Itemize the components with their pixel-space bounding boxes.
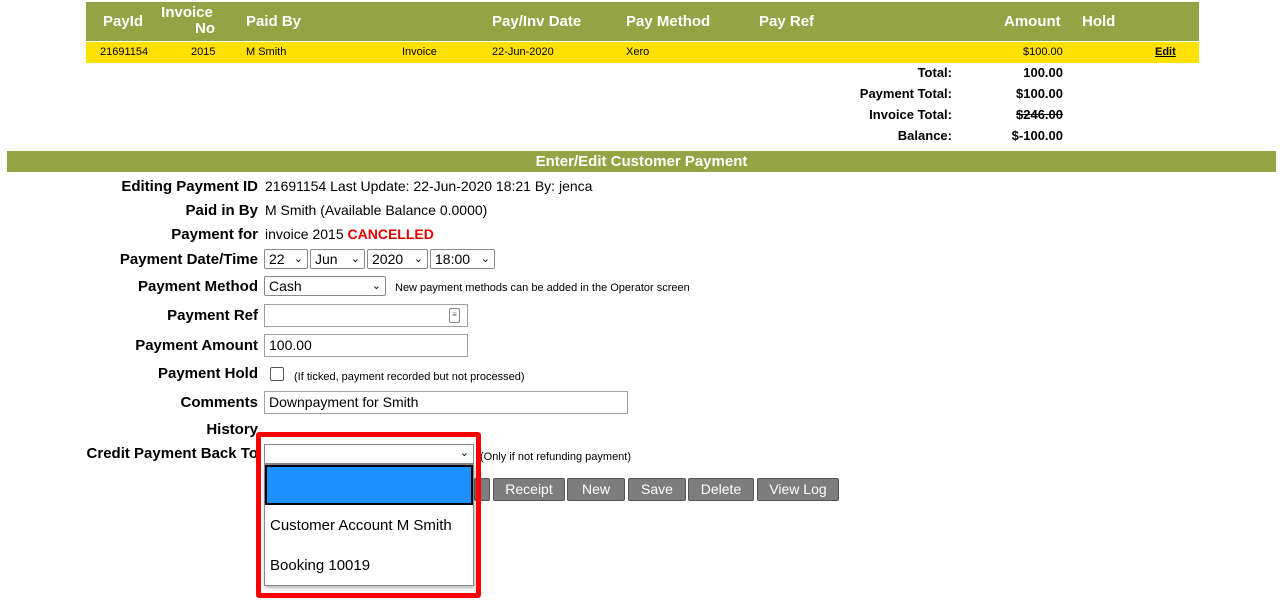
new-button[interactable]: New <box>567 478 625 501</box>
time-select[interactable]: 18:00 ⌄ <box>430 249 495 269</box>
chevron-down-icon: ⌄ <box>459 447 469 459</box>
delete-button[interactable]: Delete <box>688 478 754 501</box>
row-type: Invoice <box>402 46 437 58</box>
header-amount: Amount <box>1004 13 1061 30</box>
chevron-down-icon: ⌄ <box>413 253 423 265</box>
row-date: 22-Jun-2020 <box>492 46 554 58</box>
total-value: 100.00 <box>1023 65 1063 80</box>
payment-method-select[interactable]: Cash ⌄ <box>264 276 386 296</box>
header-pay-method: Pay Method <box>626 13 711 30</box>
balance-label: Balance: <box>897 128 952 143</box>
credit-back-select[interactable]: ⌄ <box>264 444 474 464</box>
invoice-total-value: $246.00 <box>1016 107 1063 122</box>
method-label: Payment Method <box>137 278 258 295</box>
row-payid: 21691154 <box>100 46 149 58</box>
date-label: Payment Date/Time <box>119 251 258 268</box>
header-hold: Hold <box>1082 13 1116 30</box>
payment-hold-checkbox[interactable] <box>270 367 284 381</box>
payment-total-label: Payment Total: <box>859 86 952 101</box>
editing-label: Editing Payment ID <box>121 178 258 195</box>
comments-label: Comments <box>180 394 258 411</box>
row-invoice-no: 2015 <box>191 46 216 58</box>
chevron-down-icon: ⌄ <box>350 253 360 265</box>
credit-back-dropdown-list: Customer Account M Smith Booking 10019 <box>264 464 474 586</box>
edit-link[interactable]: Edit <box>1155 46 1176 58</box>
table-row: 21691154 2015 M Smith Invoice 22-Jun-202… <box>86 42 1199 63</box>
editing-value: 21691154 Last Update: 22-Jun-2020 18:21 … <box>265 178 593 194</box>
amount-label: Payment Amount <box>135 337 258 354</box>
ref-label: Payment Ref <box>167 307 258 324</box>
hold-label: Payment Hold <box>157 365 258 382</box>
hold-note: (If ticked, payment recorded but not pro… <box>294 371 525 383</box>
cancelled-status: CANCELLED <box>347 226 434 242</box>
credit-note: (Only if not refunding payment) <box>480 451 632 463</box>
comments-input[interactable]: Downpayment for Smith <box>264 391 628 414</box>
row-amount: $100.00 <box>1023 46 1063 58</box>
day-select[interactable]: 22 ⌄ <box>264 249 308 269</box>
header-pay-ref: Pay Ref <box>759 13 815 30</box>
row-paid-by: M Smith <box>246 46 287 58</box>
total-label: Total: <box>917 65 952 80</box>
balance-value: $-100.00 <box>1011 128 1063 143</box>
section-title: Enter/Edit Customer Payment <box>7 151 1276 172</box>
credit-label: Credit Payment Back To <box>86 445 258 462</box>
payment-for-label: Payment for <box>171 226 258 243</box>
payments-table-header: PayId Invoice No Paid By Pay/Inv Date Pay… <box>86 2 1199 41</box>
paid-by-label: Paid in By <box>185 202 258 219</box>
header-paid-by: Paid By <box>246 13 302 30</box>
chevron-down-icon: ⌄ <box>371 280 381 292</box>
chevron-down-icon: ⌄ <box>293 253 303 265</box>
row-method: Xero <box>626 46 650 58</box>
dropdown-option-empty[interactable] <box>265 465 473 505</box>
method-note: New payment methods can be added in the … <box>395 282 690 294</box>
dropdown-option-customer-account[interactable]: Customer Account M Smith <box>265 506 473 546</box>
header-pay-inv-date: Pay/Inv Date <box>492 13 582 30</box>
paid-by-value: M Smith (Available Balance 0.0000) <box>265 202 488 218</box>
year-select[interactable]: 2020 ⌄ <box>367 249 428 269</box>
view-log-button[interactable]: View Log <box>757 478 839 501</box>
chevron-down-icon: ⌄ <box>480 253 490 265</box>
header-payid: PayId <box>103 13 144 30</box>
payment-total-value: $100.00 <box>1016 86 1063 101</box>
header-invoice-no: Invoice No <box>161 4 215 37</box>
partial-hidden-button[interactable] <box>474 478 490 501</box>
payment-for-value: invoice 2015 CANCELLED <box>265 226 434 242</box>
keyboard-icon[interactable]: ≡ <box>449 308 460 323</box>
invoice-total-label: Invoice Total: <box>869 107 952 122</box>
history-label: History <box>206 421 258 438</box>
payment-ref-input[interactable] <box>264 304 468 327</box>
receipt-button[interactable]: Receipt <box>493 478 565 501</box>
payment-amount-input[interactable]: 100.00 <box>264 334 468 357</box>
save-button[interactable]: Save <box>628 478 686 501</box>
month-select[interactable]: Jun ⌄ <box>310 249 365 269</box>
dropdown-option-booking[interactable]: Booking 10019 <box>265 546 473 586</box>
